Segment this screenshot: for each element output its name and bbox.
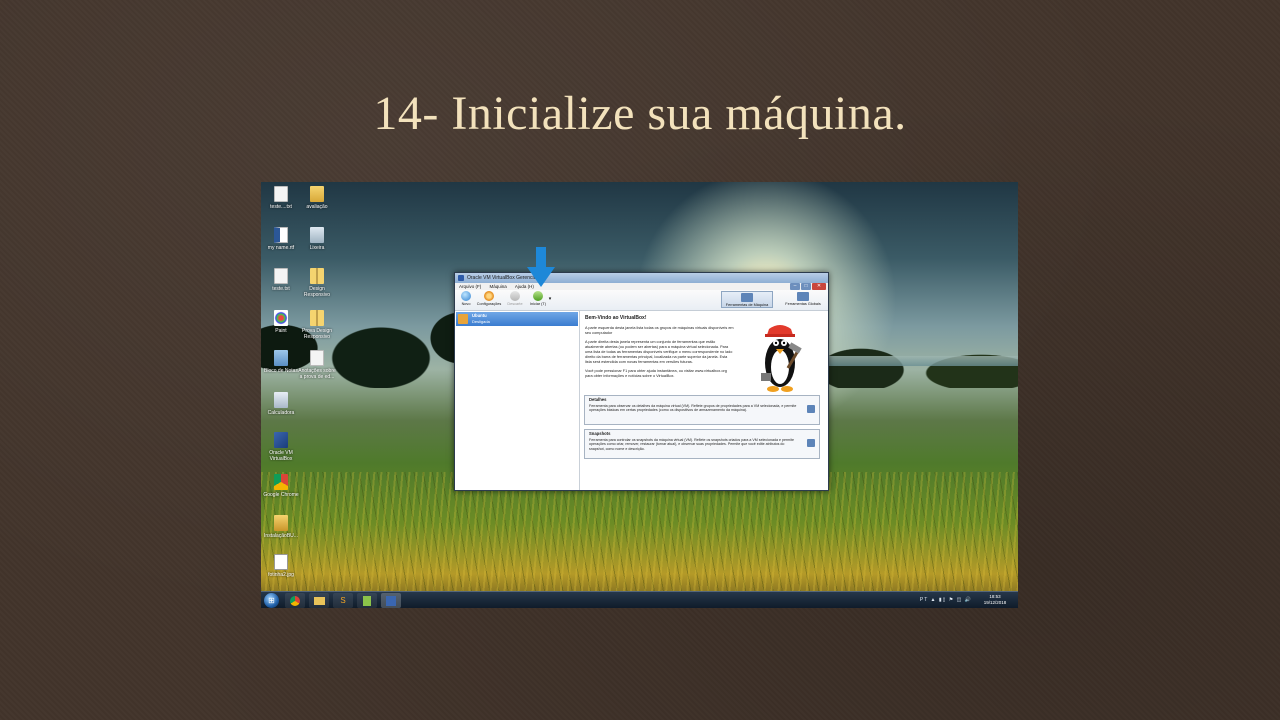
slide-title: 14- Inicialize sua máquina. bbox=[373, 87, 907, 140]
taskbar-sublime[interactable]: S bbox=[333, 593, 353, 608]
clock[interactable]: 18:53 19/12/2018 bbox=[978, 594, 1012, 606]
doc-icon bbox=[274, 186, 288, 202]
discard-button[interactable]: Descarte bbox=[504, 291, 526, 306]
details-description: Ferramenta para observar os detalhes da … bbox=[589, 403, 797, 413]
menu-arquivo[interactable]: Arquivo (F) bbox=[459, 284, 481, 289]
global-tools-icon bbox=[797, 292, 809, 301]
desktop-icon-design-responsivo[interactable]: Design Responsivo bbox=[297, 268, 337, 298]
snapshots-description: Ferramenta para controlar os snapshots d… bbox=[589, 437, 794, 451]
sea-horizon bbox=[821, 356, 1018, 366]
taskbar-chrome[interactable] bbox=[285, 593, 305, 608]
system-tray[interactable]: PT ▲ ▮▯ ⚑ ◫ 🔊 bbox=[920, 597, 972, 603]
vm-list-item[interactable]: Ubuntu Desligada bbox=[456, 312, 578, 326]
virtualbox-manager-window[interactable]: Oracle VM VirtualBox Gerenciador – □ ✕ Arq… bbox=[454, 272, 829, 491]
sublime-icon: S bbox=[340, 596, 346, 605]
taskbar-virtualbox[interactable] bbox=[381, 593, 401, 608]
details-icon bbox=[807, 405, 815, 413]
virtualbox-icon bbox=[274, 432, 288, 448]
desktop-icon-instalacao[interactable]: InstalaçãoBU... bbox=[261, 515, 301, 539]
desktop-icon-fotinha[interactable]: fotinha2.jpg bbox=[261, 554, 301, 578]
start-button[interactable]: Iniciar (T) bbox=[527, 291, 549, 306]
zip-icon bbox=[310, 310, 324, 326]
desktop-icon-virtualbox[interactable]: Oracle VM VirtualBox bbox=[261, 432, 301, 462]
start-arrow-icon bbox=[533, 291, 543, 301]
desktop-icon-anotacoes[interactable]: Anotações sobre a prova de ed... bbox=[297, 350, 337, 380]
welcome-paragraph-2: A parte direita desta janela representa … bbox=[585, 340, 733, 364]
taskbar-notepadpp[interactable] bbox=[357, 593, 377, 608]
gear-icon bbox=[484, 291, 494, 301]
penguin-mascot-icon bbox=[761, 325, 802, 392]
welcome-paragraph-3: Você pode pressionar F1 para obter ajuda… bbox=[585, 369, 727, 378]
clock-date: 19/12/2018 bbox=[983, 600, 1007, 605]
vm-state: Desligada bbox=[472, 319, 490, 324]
vm-name: Ubuntu bbox=[472, 313, 487, 318]
main-toolbar: Novo Configurações Descarte Iniciar (T) … bbox=[455, 290, 828, 311]
hammer-icon bbox=[741, 293, 753, 302]
desktop-icon-calculadora[interactable]: Calculadora bbox=[261, 392, 301, 416]
details-tool-box[interactable]: Detalhes Ferramenta para observar os det… bbox=[584, 395, 820, 425]
snapshots-icon bbox=[807, 439, 815, 447]
machine-tools-button[interactable]: Ferramentas de Máquina bbox=[721, 291, 773, 308]
desktop-screenshot: teste....txt avaliação my name.rtf Lixei… bbox=[261, 182, 1018, 608]
minimize-button[interactable]: – bbox=[790, 283, 800, 290]
discard-arrow-icon bbox=[510, 291, 520, 301]
desktop-icon-bloco-de-notas[interactable]: Bloco de Notas bbox=[261, 350, 301, 374]
pointer-arrow-icon bbox=[527, 247, 555, 287]
maximize-button[interactable]: □ bbox=[801, 283, 811, 290]
window-titlebar[interactable]: Oracle VM VirtualBox Gerenciador – □ ✕ bbox=[455, 273, 828, 290]
vm-list: Ubuntu Desligada bbox=[455, 311, 580, 490]
desktop-icon-paint[interactable]: Paint bbox=[261, 310, 301, 334]
desktop-icon-teste[interactable]: teste.txt bbox=[261, 268, 301, 292]
snapshots-title: Snapshots bbox=[589, 431, 611, 436]
word-icon bbox=[274, 227, 288, 243]
paint-icon bbox=[274, 310, 288, 326]
chrome-icon bbox=[290, 595, 300, 606]
image-icon bbox=[274, 554, 288, 570]
install-icon bbox=[274, 515, 288, 531]
settings-button[interactable]: Configurações bbox=[475, 291, 503, 306]
desktop-icon-avaliacao[interactable]: avaliação bbox=[297, 186, 337, 210]
desktop-icon-teste-txt[interactable]: teste....txt bbox=[261, 186, 301, 210]
new-button[interactable]: Novo bbox=[455, 291, 477, 306]
notepadpp-icon bbox=[363, 595, 371, 606]
menu-maquina[interactable]: Máquina bbox=[490, 284, 507, 289]
desktop-icon-lixeira[interactable]: Lixeira bbox=[297, 227, 337, 251]
welcome-paragraph-1: A parte esquerda desta janela lista toda… bbox=[585, 326, 734, 335]
close-button[interactable]: ✕ bbox=[812, 283, 826, 290]
desktop-icon-prova-design[interactable]: Prova Design Responsivo bbox=[297, 310, 337, 340]
taskbar: ⊞ S PT ▲ ▮▯ ⚑ ◫ 🔊 18:53 19/12/2018 bbox=[261, 591, 1018, 608]
chrome-icon bbox=[274, 474, 288, 490]
details-title: Detalhes bbox=[589, 397, 607, 402]
taskbar-explorer[interactable] bbox=[309, 593, 329, 608]
folder-icon bbox=[310, 186, 324, 202]
zip-icon bbox=[310, 268, 324, 284]
desktop-icon-chrome[interactable]: Google Chrome bbox=[261, 474, 301, 498]
doc-icon bbox=[274, 268, 288, 284]
welcome-heading: Bem-Vindo ao VirtualBox! bbox=[585, 315, 647, 321]
global-tools-button[interactable]: Ferramentas Globais bbox=[777, 291, 829, 308]
doc-icon bbox=[310, 350, 324, 366]
folder-icon bbox=[313, 596, 325, 605]
window-content: Ubuntu Desligada Bem-Vindo ao VirtualBox… bbox=[455, 311, 828, 490]
menubar: Arquivo (F) Máquina Ajuda (H) bbox=[455, 283, 828, 290]
notepad-icon bbox=[274, 350, 288, 366]
start-button[interactable]: ⊞ bbox=[264, 593, 279, 608]
snapshots-tool-box[interactable]: Snapshots Ferramenta para controlar os s… bbox=[584, 429, 820, 459]
virtualbox-icon bbox=[386, 595, 396, 606]
new-icon bbox=[461, 291, 471, 301]
ubuntu-icon bbox=[458, 314, 468, 324]
virtualbox-icon bbox=[458, 275, 464, 281]
start-dropdown-icon[interactable]: ▾ bbox=[547, 296, 553, 302]
desktop-icon-my-name[interactable]: my name.rtf bbox=[261, 227, 301, 251]
trash-icon bbox=[310, 227, 324, 243]
calculator-icon bbox=[274, 392, 288, 408]
